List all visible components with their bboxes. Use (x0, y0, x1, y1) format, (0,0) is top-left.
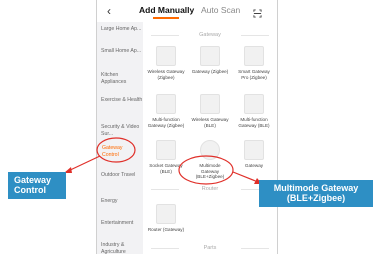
device-name: Multimode Gateway (BLE+Zigbee) (195, 163, 225, 179)
router-image (156, 204, 176, 224)
device-image (200, 94, 220, 114)
device-list: Gateway Wireless Gateway (Zigbee) Gatewa… (143, 22, 277, 254)
device-name: Wireless Gateway (BLE) (191, 117, 229, 128)
callout-line: Gateway (14, 175, 52, 185)
device-multimode-gateway[interactable]: Multimode Gateway (BLE+Zigbee) (190, 140, 230, 180)
tab-auto-scan[interactable]: Auto Scan (201, 5, 240, 15)
sidebar-item-industry[interactable]: Industry & Agriculture (101, 242, 143, 254)
callout-line: Multimode Gateway (273, 183, 359, 193)
category-sidebar: Large Home Ap... Small Home Ap... Kitche… (97, 22, 143, 254)
device-image (156, 94, 176, 114)
device-wireless-gateway-ble[interactable]: Wireless Gateway (BLE) (190, 94, 230, 128)
device-image (156, 46, 176, 66)
tab-add-manually[interactable]: Add Manually (139, 5, 194, 15)
gateway-control-callout: Gateway Control (8, 172, 66, 199)
sidebar-item-small-home[interactable]: Small Home Ap... (101, 48, 143, 55)
device-name: Gateway (244, 163, 264, 168)
device-socket-gateway-ble[interactable]: Socket Gateway (BLE) (146, 140, 186, 174)
device-name: Gateway (Zigbee) (191, 69, 229, 74)
top-bar: ‹ Add Manually Auto Scan (97, 0, 277, 22)
sidebar-item-gateway-control[interactable]: Gateway Control (102, 145, 122, 158)
device-gateway[interactable]: Gateway (234, 140, 274, 169)
device-image (244, 94, 264, 114)
device-image (244, 46, 264, 66)
multimode-gateway-callout: Multimode Gateway (BLE+Zigbee) (259, 180, 373, 207)
device-image (244, 140, 264, 160)
back-chevron-icon[interactable]: ‹ (107, 4, 111, 18)
section-divider (241, 35, 269, 36)
arrow-line-left (65, 155, 101, 173)
device-name: Router (Gateway) (147, 227, 185, 232)
sidebar-item-exercise[interactable]: Exercise & Health (101, 97, 143, 104)
device-multifunction-gateway-zigbee[interactable]: Multi-function Gateway (Zigbee) (146, 94, 186, 128)
sidebar-item-outdoor[interactable]: Outdoor Travel (101, 172, 143, 179)
device-name: Multi-function Gateway (Zigbee) (147, 117, 185, 128)
device-name: Socket Gateway (BLE) (149, 163, 183, 174)
device-image (156, 140, 176, 160)
callout-line: (BLE+Zigbee) (286, 193, 346, 203)
device-gateway-zigbee[interactable]: Gateway (Zigbee) (190, 46, 230, 75)
sidebar-item-entertainment[interactable]: Entertainment (101, 220, 143, 227)
device-name: Wireless Gateway (Zigbee) (147, 69, 185, 80)
device-router-gateway[interactable]: Router (Gateway) (146, 204, 186, 233)
callout-line: Control (14, 185, 46, 195)
scan-icon[interactable] (253, 5, 262, 18)
device-smart-gateway-pro[interactable]: Smart Gateway Pro (Zigbee) (234, 46, 274, 80)
sidebar-item-kitchen[interactable]: Kitchen Appliances (101, 72, 143, 85)
device-multifunction-gateway-ble[interactable]: Multi-function Gateway (BLE) (234, 94, 274, 128)
section-divider (241, 248, 269, 249)
device-wireless-gateway-zigbee[interactable]: Wireless Gateway (Zigbee) (146, 46, 186, 80)
device-name: Multi-function Gateway (BLE) (238, 117, 270, 128)
active-tab-indicator (153, 17, 179, 19)
sidebar-item-large-home[interactable]: Large Home Ap... (101, 26, 143, 33)
sidebar-item-energy[interactable]: Energy (101, 198, 143, 205)
sidebar-item-security[interactable]: Security & Video Sur... (101, 124, 143, 137)
device-image (200, 140, 220, 160)
phone-screen: ‹ Add Manually Auto Scan Large Home Ap..… (96, 0, 278, 254)
device-image (200, 46, 220, 66)
device-name: Smart Gateway Pro (Zigbee) (238, 69, 270, 80)
